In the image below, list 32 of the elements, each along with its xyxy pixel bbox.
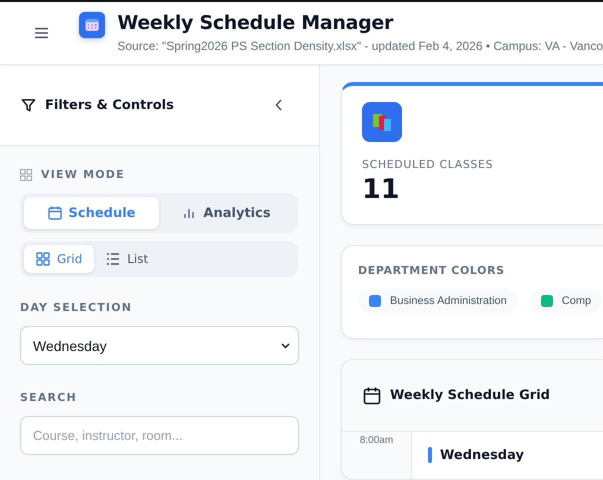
stat-value: 11 (362, 174, 401, 205)
grid-icon (36, 252, 50, 266)
day-heading: Wednesday (440, 448, 524, 462)
section-label: SEARCH (20, 391, 78, 404)
calendar-icon (363, 386, 381, 404)
grid-icon (20, 168, 32, 180)
view-mode-tab[interactable]: Schedule (24, 197, 159, 229)
calendar-icon (48, 206, 62, 220)
bar-chart-icon (182, 206, 196, 220)
section-label: VIEW MODE (41, 168, 125, 181)
legend-title: DEPARTMENT COLORS (358, 264, 506, 277)
chevron-left-icon[interactable] (275, 99, 283, 111)
department-chip: Comp (530, 289, 602, 313)
search-field[interactable]: Course, instructor, room... (20, 416, 299, 455)
source-info: Source: "Spring2026 PS Section Density.xlsx" - updated Feb 4, 2026 • Campus: VA - Vanco (117, 39, 603, 53)
filter-icon (21, 98, 36, 112)
stat-label: SCHEDULED CLASSES (362, 158, 494, 171)
department-chip: Business Administration (358, 289, 518, 313)
books-icon (362, 102, 402, 142)
sidebar-title: Filters & Controls (45, 98, 175, 112)
section-label: DAY SELECTION (20, 301, 134, 314)
day-marker (428, 447, 432, 463)
app-title: Weekly Schedule Manager (117, 12, 394, 34)
menu-icon[interactable] (35, 26, 48, 40)
layout-tab[interactable]: Grid (24, 245, 94, 273)
list-icon (106, 252, 120, 266)
time-label: 8:00am (360, 435, 394, 446)
chevron-down-icon (281, 342, 290, 348)
view-mode-tab[interactable]: Analytics (159, 197, 294, 229)
grid-title: Weekly Schedule Grid (390, 388, 550, 403)
day-select[interactable]: Wednesday (20, 326, 299, 365)
layout-tab[interactable]: List (94, 245, 160, 273)
